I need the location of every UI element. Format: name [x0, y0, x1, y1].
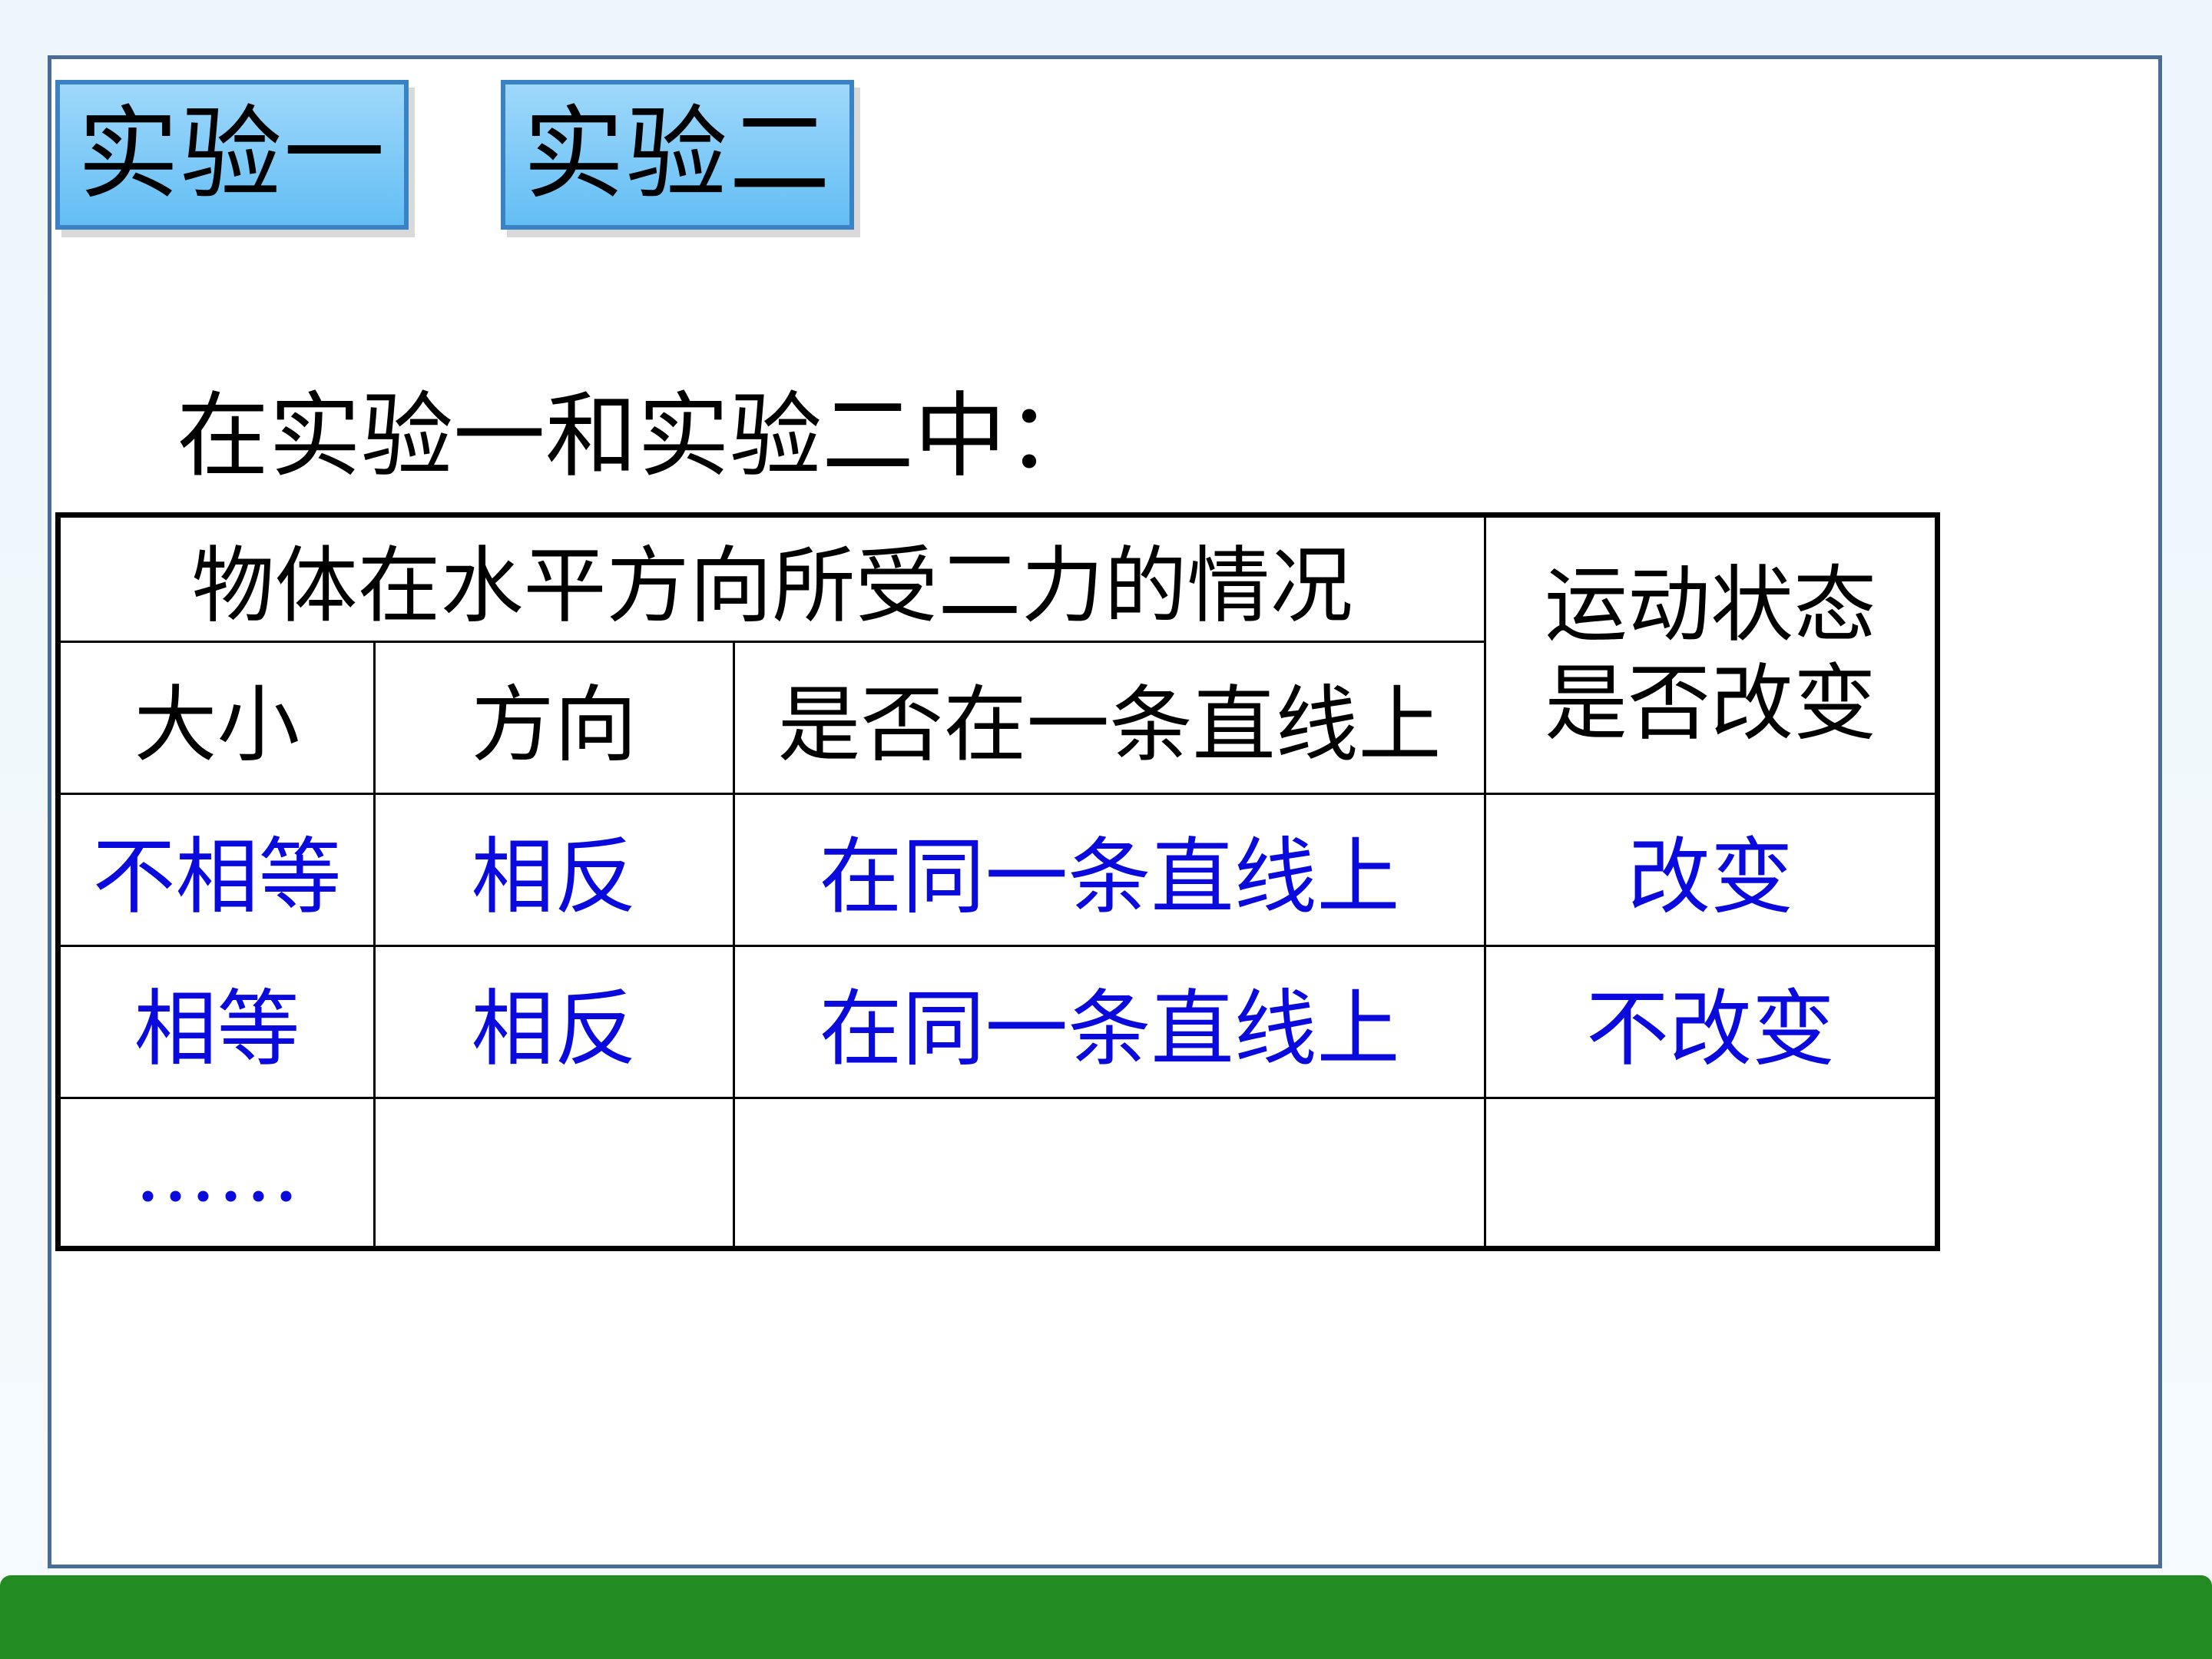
column-header-direction: 方向 [373, 641, 735, 795]
cell-magnitude: 不相等 [57, 793, 376, 947]
cell-empty [1484, 1097, 1939, 1250]
footer-bar [0, 1575, 2212, 1659]
cell-motion-state: 改变 [1484, 793, 1939, 947]
force-situation-header: 物体在水平方向所受二力的情况 [57, 514, 1486, 643]
table-row: 相等 相反 在同一条直线上 不改变 [57, 945, 1939, 1099]
force-comparison-table: 物体在水平方向所受二力的情况 运动状态 是否改变 大小 方向 是否在一条直线上 … [55, 512, 1940, 1251]
motion-state-header: 运动状态 是否改变 [1484, 514, 1939, 795]
cell-empty [733, 1097, 1486, 1250]
table-header-row: 物体在水平方向所受二力的情况 运动状态 是否改变 [57, 514, 1939, 795]
table-row: …… [57, 1097, 1939, 1250]
motion-state-header-line2: 是否改变 [1544, 656, 1876, 752]
cell-empty [373, 1097, 735, 1250]
cell-direction: 相反 [373, 793, 735, 947]
intro-text: 在实验一和实验二中： [177, 383, 1098, 490]
cell-direction: 相反 [373, 945, 735, 1099]
column-header-same-line: 是否在一条直线上 [733, 641, 1486, 795]
cell-magnitude: 相等 [57, 945, 376, 1099]
table-row: 不相等 相反 在同一条直线上 改变 [57, 793, 1939, 947]
cell-same-line: 在同一条直线上 [733, 945, 1486, 1099]
experiment-one-button[interactable]: 实验一 [55, 80, 409, 230]
cell-ellipsis: …… [57, 1097, 376, 1250]
cell-motion-state: 不改变 [1484, 945, 1939, 1099]
column-header-magnitude: 大小 [57, 641, 376, 795]
experiment-two-button[interactable]: 实验二 [501, 80, 854, 230]
cell-same-line: 在同一条直线上 [733, 793, 1486, 947]
motion-state-header-line1: 运动状态 [1544, 558, 1876, 654]
